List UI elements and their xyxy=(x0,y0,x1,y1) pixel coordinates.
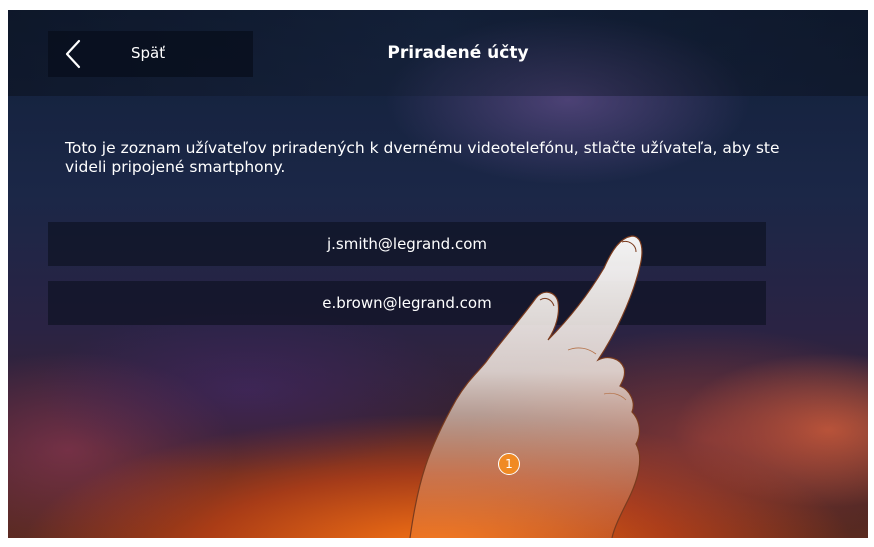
account-item[interactable]: e.brown@legrand.com xyxy=(48,281,766,325)
description-text: Toto je zoznam užívateľov priradených k … xyxy=(65,139,780,176)
back-button[interactable]: Späť xyxy=(48,31,253,77)
device-screen: Späť Priradené účty Toto je zoznam užíva… xyxy=(8,10,868,538)
step-callout-badge: 1 xyxy=(498,453,520,475)
chevron-left-icon xyxy=(65,39,81,69)
account-item[interactable]: j.smith@legrand.com xyxy=(48,222,766,266)
account-email: e.brown@legrand.com xyxy=(322,294,492,312)
back-label: Späť xyxy=(131,44,166,62)
page-title: Priradené účty xyxy=(387,43,529,63)
account-email: j.smith@legrand.com xyxy=(326,235,488,253)
